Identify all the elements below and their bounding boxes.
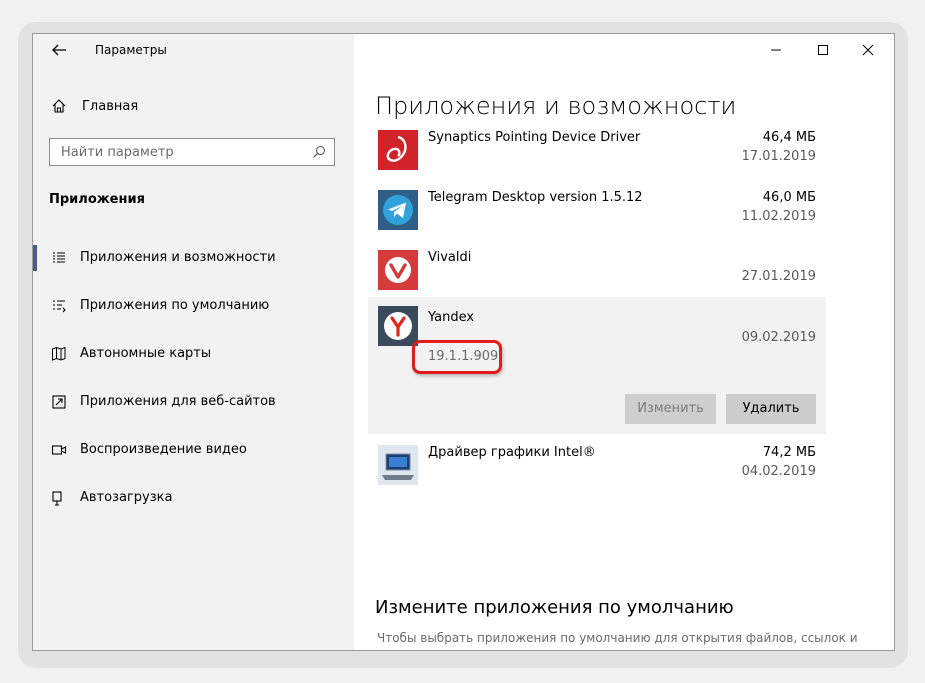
intel-graphics-icon <box>378 445 418 485</box>
search-input[interactable]: Найти параметр <box>49 138 335 166</box>
app-size: 46,4 МБ <box>762 130 816 145</box>
close-icon <box>862 44 874 56</box>
apps-for-websites-icon <box>52 395 66 409</box>
page-title: Приложения и возможности <box>375 92 737 120</box>
default-apps-icon <box>53 300 66 313</box>
modify-button[interactable]: Изменить <box>625 394 716 424</box>
sidebar: Параметры Главная Найти параметр Приложе… <box>33 34 354 650</box>
app-size: 74,2 МБ <box>762 445 816 460</box>
main-content: Приложения и возможности Synaptics Point… <box>354 34 894 650</box>
sidebar-item-video-playback[interactable]: Воспроизведение видео <box>33 433 354 467</box>
search-icon <box>313 145 326 158</box>
sidebar-item-apps-for-websites[interactable]: Приложения для веб-сайтов <box>33 385 354 419</box>
app-name: Vivaldi <box>428 250 472 265</box>
sidebar-item-label: Автономные карты <box>80 346 212 361</box>
sidebar-item-default-apps[interactable]: Приложения по умолчанию <box>33 289 354 323</box>
app-date: 09.02.2019 <box>741 330 816 345</box>
apps-features-icon <box>53 252 65 263</box>
back-arrow-icon <box>52 44 66 56</box>
list-item[interactable]: Драйвер графики Intel® 74,2 МБ 04.02.201… <box>368 439 826 495</box>
minimize-icon <box>771 49 781 51</box>
maximize-icon <box>818 45 828 55</box>
app-date: 11.02.2019 <box>741 209 816 224</box>
window-title: Параметры <box>95 43 167 57</box>
back-button[interactable] <box>47 41 71 59</box>
sidebar-item-label: Автозагрузка <box>80 490 173 505</box>
offline-maps-icon <box>52 346 66 361</box>
app-date: 04.02.2019 <box>741 464 816 479</box>
search-placeholder: Найти параметр <box>61 145 174 160</box>
app-size: 46,0 МБ <box>762 190 816 205</box>
sidebar-item-label: Приложения по умолчанию <box>80 298 270 313</box>
sidebar-item-label: Приложения и возможности <box>80 250 276 265</box>
app-name: Telegram Desktop version 1.5.12 <box>428 190 643 205</box>
telegram-icon <box>378 190 418 230</box>
list-item[interactable]: Vivaldi 27.01.2019 <box>368 244 826 300</box>
app-name: Драйвер графики Intel® <box>428 445 596 460</box>
sidebar-item-label: Приложения для веб-сайтов <box>80 394 276 409</box>
synaptics-icon <box>378 130 418 170</box>
list-item-selected[interactable]: Yandex 09.02.2019 19.1.1.909 Изменить Уд… <box>368 297 826 434</box>
yandex-icon <box>378 306 418 346</box>
home-icon <box>52 99 66 113</box>
subsection-title: Измените приложения по умолчанию <box>375 597 734 618</box>
sidebar-item-label: Воспроизведение видео <box>80 442 247 457</box>
settings-window: Параметры Главная Найти параметр Приложе… <box>32 33 895 651</box>
list-item[interactable]: Synaptics Pointing Device Driver 46,4 МБ… <box>368 124 826 180</box>
home-label: Главная <box>82 99 139 114</box>
minimize-button[interactable] <box>756 38 796 62</box>
sidebar-item-startup[interactable]: Автозагрузка <box>33 481 354 515</box>
app-date: 27.01.2019 <box>741 269 816 284</box>
remove-button[interactable]: Удалить <box>726 394 816 424</box>
selected-marker <box>33 245 37 271</box>
section-title: Приложения <box>49 192 145 207</box>
subsection-text: Чтобы выбрать приложения по умолчанию дл… <box>377 631 858 645</box>
startup-icon <box>52 491 62 506</box>
version-highlight <box>412 340 502 374</box>
maximize-button[interactable] <box>803 38 843 62</box>
app-name: Yandex <box>428 310 475 325</box>
list-item[interactable]: Telegram Desktop version 1.5.12 46,0 МБ … <box>368 184 826 240</box>
sidebar-item-offline-maps[interactable]: Автономные карты <box>33 337 354 371</box>
video-playback-icon <box>51 445 67 455</box>
app-name: Synaptics Pointing Device Driver <box>428 130 641 145</box>
sidebar-item-apps-features[interactable]: Приложения и возможности <box>33 241 354 275</box>
close-button[interactable] <box>848 38 888 62</box>
vivaldi-icon <box>378 250 418 290</box>
app-date: 17.01.2019 <box>741 149 816 164</box>
